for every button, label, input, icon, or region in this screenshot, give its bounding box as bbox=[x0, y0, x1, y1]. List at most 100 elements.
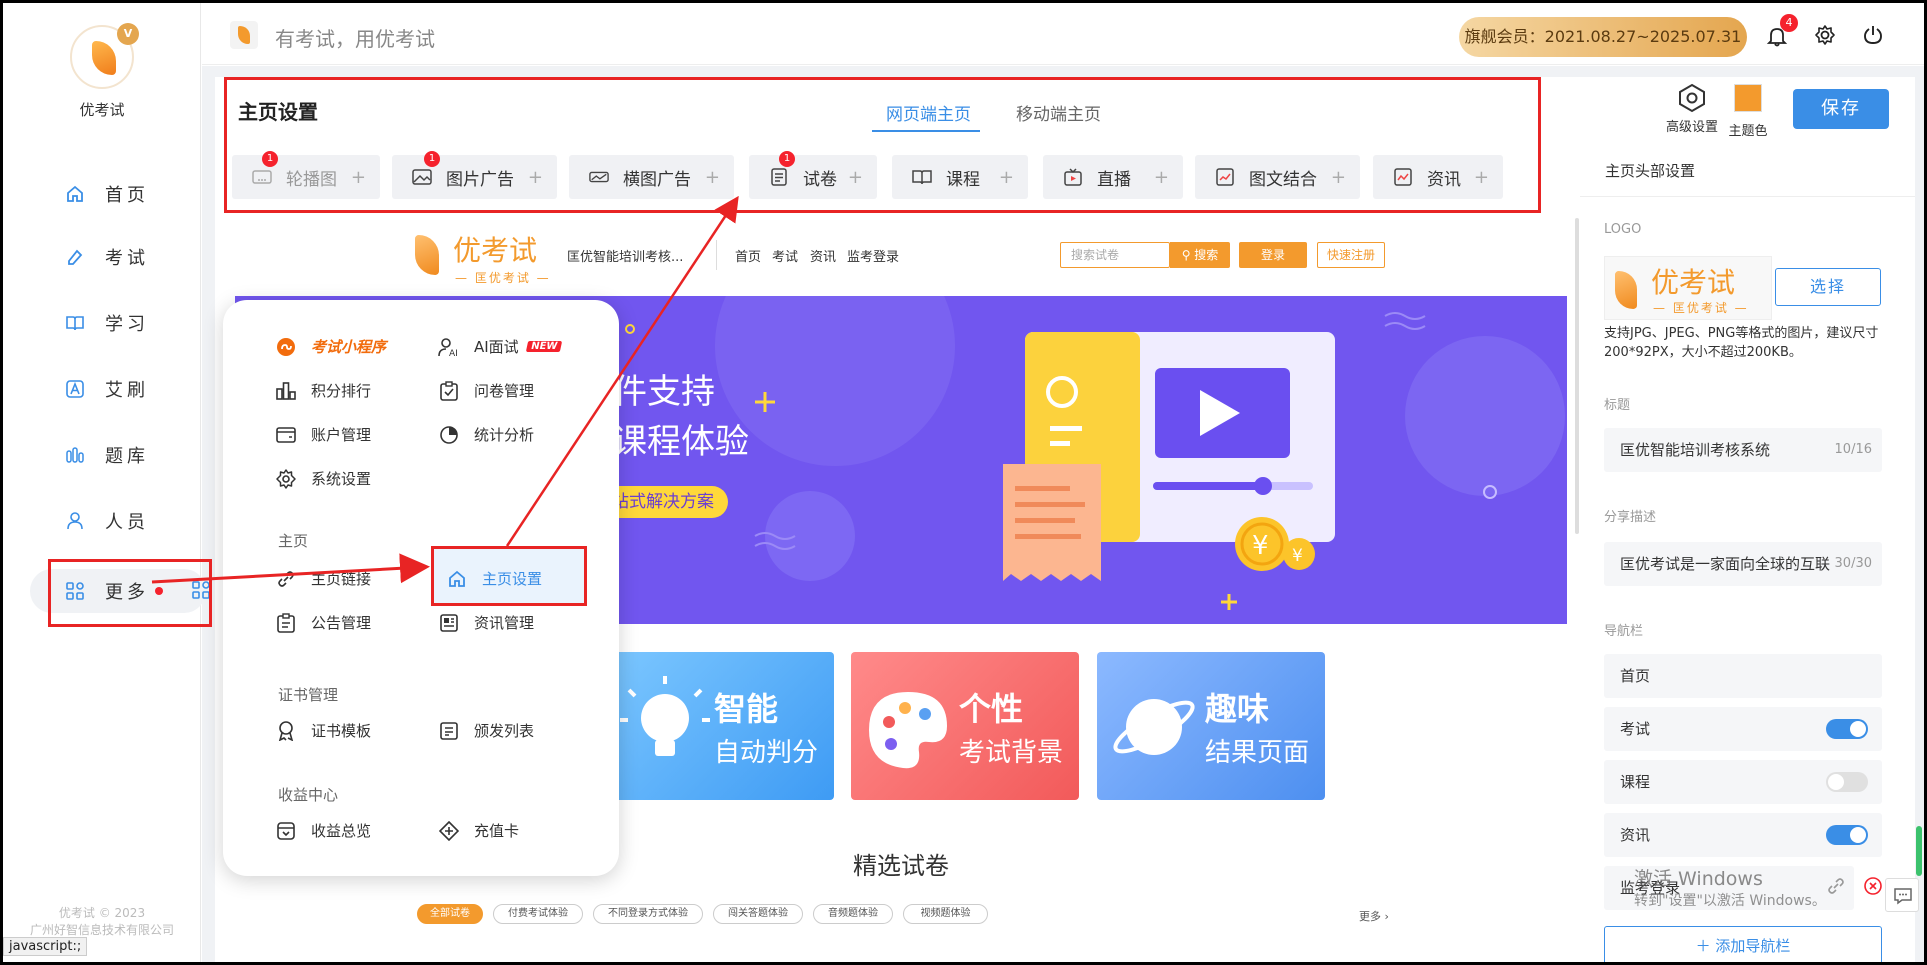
module-course[interactable]: 课程 + bbox=[892, 155, 1028, 199]
preview-nav-proctor-login[interactable]: 监考登录 bbox=[847, 246, 899, 265]
sidebar-item-more[interactable]: 更多 bbox=[65, 576, 163, 606]
apps-icon bbox=[191, 580, 211, 604]
menu-item-label: 颁发列表 bbox=[474, 722, 535, 740]
menu-news-management[interactable]: 资讯管理 bbox=[438, 612, 534, 633]
sidebar-item-label: 首页 bbox=[105, 185, 149, 206]
sidebar-item-label: 学习 bbox=[105, 314, 149, 335]
chip-level-quiz[interactable]: 闯关答题体验 bbox=[713, 904, 803, 924]
chat-icon bbox=[1893, 887, 1913, 909]
nav-item-course[interactable]: 课程 bbox=[1604, 760, 1882, 804]
sidebar-item-people[interactable]: 人员 bbox=[65, 506, 149, 536]
preview-search-input[interactable]: 搜索试卷 bbox=[1060, 242, 1170, 268]
image-text-icon bbox=[1215, 168, 1235, 186]
tab-web-home[interactable]: 网页端主页 bbox=[886, 100, 971, 125]
menu-statistics[interactable]: 统计分析 bbox=[438, 424, 534, 445]
save-button[interactable]: 保存 bbox=[1793, 89, 1889, 129]
module-label: 直播 bbox=[1097, 169, 1131, 190]
menu-certificate-template[interactable]: 证书模板 bbox=[275, 720, 371, 741]
delete-icon[interactable] bbox=[1863, 876, 1883, 900]
news-toggle[interactable] bbox=[1826, 825, 1868, 845]
plus-icon: + bbox=[998, 166, 1014, 188]
share-char-count: 30/30 bbox=[1830, 542, 1872, 586]
preview-login-button[interactable]: 登录 bbox=[1239, 242, 1307, 268]
exam-toggle[interactable] bbox=[1826, 719, 1868, 739]
module-exam-paper[interactable]: 1 试卷 + bbox=[749, 151, 877, 199]
feature-subtitle: 自动判分 bbox=[714, 738, 819, 768]
menu-item-label: 收益总览 bbox=[311, 822, 372, 840]
course-toggle[interactable] bbox=[1826, 772, 1868, 792]
preview-nav-exam[interactable]: 考试 bbox=[772, 246, 798, 265]
module-news[interactable]: 资讯 + bbox=[1373, 155, 1503, 199]
menu-account[interactable]: 账户管理 bbox=[275, 424, 371, 445]
sidebar-item-label: 艾刷 bbox=[105, 380, 149, 401]
nav-item-label: 考试 bbox=[1620, 720, 1651, 738]
module-live[interactable]: 直播 + bbox=[1043, 155, 1183, 199]
membership-badge[interactable]: 旗舰会员：2021.08.27~2025.07.31 bbox=[1459, 17, 1747, 57]
module-banner-ad[interactable]: 横图广告 + bbox=[569, 155, 734, 199]
menu-points-ranking[interactable]: 积分排行 bbox=[275, 380, 371, 401]
divider bbox=[1580, 196, 1915, 197]
nav-item-exam[interactable]: 考试 bbox=[1604, 707, 1882, 751]
menu-survey[interactable]: 问卷管理 bbox=[438, 380, 534, 401]
feature-card-personal[interactable]: 个性 考试背景 bbox=[851, 652, 1079, 800]
advanced-settings-button[interactable]: 高级设置 bbox=[1662, 82, 1722, 135]
power-icon[interactable] bbox=[1862, 24, 1884, 50]
status-bar-tooltip: javascript:; bbox=[3, 937, 88, 956]
link-icon[interactable] bbox=[1826, 876, 1846, 900]
nav-item-news[interactable]: 资讯 bbox=[1604, 813, 1882, 857]
preview-search-label: 搜索 bbox=[1194, 248, 1219, 262]
preview-register-button[interactable]: 快速注册 bbox=[1317, 242, 1385, 268]
menu-system-settings[interactable]: 系统设置 bbox=[275, 468, 371, 489]
preview-nav-home[interactable]: 首页 bbox=[735, 246, 761, 265]
menu-home-settings-active[interactable]: 主页设置 bbox=[432, 548, 585, 606]
brand-logo[interactable]: V bbox=[70, 23, 139, 89]
notification-badge: 4 bbox=[1780, 14, 1798, 32]
choose-logo-button[interactable]: 选择 bbox=[1775, 268, 1881, 306]
chip-paid-exam[interactable]: 付费考试体验 bbox=[493, 904, 583, 924]
menu-recharge-card[interactable]: 充值卡 bbox=[438, 820, 519, 841]
sidebar-item-exam[interactable]: 考试 bbox=[65, 242, 149, 272]
menu-announcements[interactable]: 公告管理 bbox=[275, 612, 371, 633]
sidebar-item-home[interactable]: 首页 bbox=[65, 179, 149, 209]
menu-item-label: 充值卡 bbox=[474, 822, 520, 840]
menu-income-overview[interactable]: 收益总览 bbox=[275, 820, 371, 841]
wallet-icon bbox=[275, 425, 297, 445]
menu-home-settings[interactable]: 主页设置 bbox=[446, 568, 542, 589]
feature-card-smart[interactable]: 智能 自动判分 bbox=[606, 652, 834, 800]
side-scroll-indicator[interactable] bbox=[1916, 826, 1922, 876]
chip-all-papers[interactable]: 全部试卷 bbox=[417, 904, 483, 924]
module-image-text[interactable]: 图文结合 + bbox=[1195, 155, 1360, 199]
menu-mini-program[interactable]: 考试小程序 bbox=[275, 336, 386, 357]
nav-item-home[interactable]: 首页 bbox=[1604, 654, 1882, 698]
menu-home-link[interactable]: 主页链接 bbox=[275, 568, 371, 589]
menu-ai-interview[interactable]: AI AI面试 NEW bbox=[438, 336, 563, 357]
carousel-icon bbox=[252, 168, 272, 186]
sidebar-item-label: 更多 bbox=[105, 582, 149, 603]
module-carousel[interactable]: 1 轮播图 + bbox=[232, 151, 380, 199]
share-label: 分享描述 bbox=[1604, 510, 1657, 525]
gear-icon[interactable] bbox=[1814, 24, 1836, 50]
preview-search-button[interactable]: ⚲ 搜索 bbox=[1170, 242, 1230, 268]
preview-nav-news[interactable]: 资讯 bbox=[810, 246, 836, 265]
tab-mobile-home[interactable]: 移动端主页 bbox=[1016, 100, 1101, 125]
preview-scrollbar[interactable] bbox=[1575, 218, 1579, 534]
chip-login-methods[interactable]: 不同登录方式体验 bbox=[593, 904, 703, 924]
more-papers-link[interactable]: 更多 › bbox=[1359, 908, 1389, 924]
title-input[interactable]: 匡优智能培训考核系统 10/16 bbox=[1604, 428, 1882, 472]
menu-issue-list[interactable]: 颁发列表 bbox=[438, 720, 534, 741]
share-description-input[interactable]: 匡优考试是一家面向全球的互联 30/30 bbox=[1604, 542, 1882, 586]
sidebar-item-study[interactable]: 学习 bbox=[65, 308, 149, 338]
sidebar-item-question-bank[interactable]: 题库 bbox=[65, 440, 149, 470]
feature-title: 智能 bbox=[714, 690, 779, 728]
sidebar-item-aishua[interactable]: 艾刷 bbox=[65, 374, 149, 404]
chip-audio-questions[interactable]: 音频题体验 bbox=[813, 904, 893, 924]
feature-card-fun[interactable]: 趣味 结果页面 bbox=[1097, 652, 1325, 800]
menu-section-income: 收益中心 bbox=[278, 786, 339, 804]
theme-color-swatch[interactable] bbox=[1734, 84, 1762, 112]
feature-subtitle: 结果页面 bbox=[1205, 738, 1310, 768]
module-image-ad[interactable]: 1 图片广告 + bbox=[392, 151, 557, 199]
chat-button[interactable] bbox=[1885, 878, 1919, 912]
new-badge: NEW bbox=[525, 341, 563, 352]
chip-video-questions[interactable]: 视频题体验 bbox=[903, 904, 988, 924]
add-nav-button[interactable]: ＋ 添加导航栏 bbox=[1604, 926, 1882, 965]
